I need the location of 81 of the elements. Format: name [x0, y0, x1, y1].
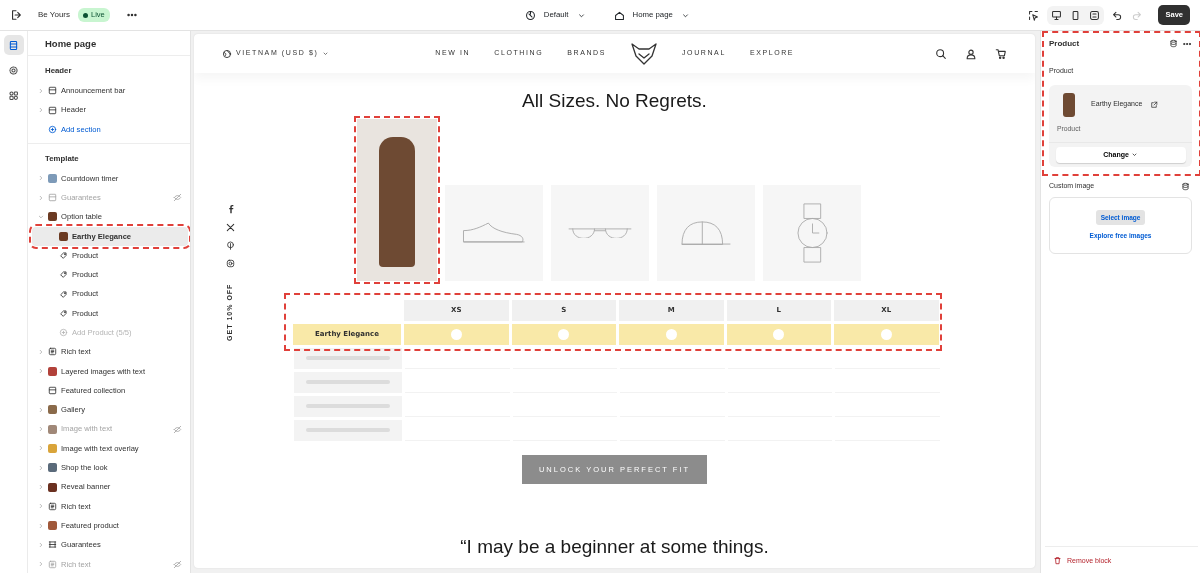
- chevron-icon[interactable]: [38, 561, 44, 568]
- chevron-icon[interactable]: [38, 522, 44, 529]
- chevron-icon[interactable]: [38, 426, 44, 433]
- fullscreen-icon[interactable]: [1089, 9, 1101, 21]
- eye-off-icon[interactable]: [173, 424, 182, 434]
- x-icon[interactable]: [226, 223, 236, 232]
- text-block-icon: [48, 501, 57, 511]
- radio-dot: [880, 328, 892, 340]
- store-name: Be Yours: [38, 9, 71, 21]
- add-icon: [48, 124, 57, 134]
- inspector-icon[interactable]: [1028, 9, 1040, 21]
- chevron-icon[interactable]: [38, 484, 44, 491]
- text-block-icon: [48, 347, 57, 357]
- option-cell[interactable]: [511, 323, 616, 345]
- instagram-icon[interactable]: [226, 259, 236, 268]
- device-toggle[interactable]: [1047, 5, 1105, 25]
- radio-dot: [558, 328, 570, 340]
- tag-icon: [59, 308, 68, 318]
- fox-logo-icon[interactable]: [630, 41, 658, 66]
- text-block-icon: [48, 559, 57, 569]
- chevron-icon[interactable]: [38, 213, 44, 220]
- sidebar-title: Home page: [28, 31, 190, 57]
- settings-icon: [8, 64, 19, 76]
- radio-dot: [665, 328, 677, 340]
- caret-icon: [322, 50, 330, 57]
- chevron-icon[interactable]: [38, 445, 44, 452]
- undo-icon[interactable]: [1112, 9, 1124, 21]
- option-cell[interactable]: [619, 323, 724, 345]
- tag-icon: [59, 270, 68, 280]
- quote-text: “I may be a beginner at some things.: [459, 535, 770, 559]
- external-link-icon[interactable]: [1150, 100, 1159, 109]
- chevron-icon[interactable]: [38, 107, 44, 113]
- desktop-icon[interactable]: [1051, 9, 1063, 21]
- pinterest-icon[interactable]: [226, 241, 236, 250]
- globe-icon: [222, 48, 232, 59]
- apps-icon: [8, 89, 19, 101]
- radio-dot: [773, 328, 785, 340]
- section-icon: [48, 105, 57, 115]
- chevron-icon[interactable]: [38, 194, 44, 201]
- caret-icon: [1130, 151, 1138, 159]
- trash-icon: [1053, 556, 1062, 566]
- chevron-icon[interactable]: [38, 175, 44, 182]
- shoe-drawing: [462, 221, 526, 244]
- list-icon: [48, 540, 57, 550]
- database-icon[interactable]: [1181, 181, 1190, 191]
- chevron-icon[interactable]: [38, 464, 44, 471]
- home-icon: [613, 9, 625, 21]
- tag-icon: [59, 289, 68, 299]
- sections-icon: [8, 39, 19, 51]
- panel-title: Product: [1049, 38, 1080, 50]
- account-icon[interactable]: [965, 47, 977, 60]
- section-icon: [48, 386, 57, 396]
- watch-drawing: [796, 202, 828, 263]
- mobile-icon[interactable]: [1070, 9, 1082, 21]
- section-icon: [48, 193, 57, 203]
- chevron-icon[interactable]: [38, 406, 44, 413]
- product-thumbnail: [1063, 92, 1075, 117]
- section-heading: All Sizes. No Regrets.: [521, 89, 708, 113]
- chevron-icon[interactable]: [38, 348, 44, 355]
- add-icon: [59, 328, 68, 338]
- tag-icon: [59, 251, 68, 260]
- eye-off-icon[interactable]: [173, 193, 182, 203]
- chevron-icon[interactable]: [38, 368, 44, 375]
- product-photo-placeholder[interactable]: [357, 118, 437, 281]
- chevron-icon[interactable]: [38, 87, 44, 94]
- cap-drawing: [681, 220, 731, 245]
- section-icon: [48, 86, 57, 96]
- glasses-drawing: [568, 227, 632, 238]
- eye-off-icon[interactable]: [173, 559, 182, 569]
- database-icon[interactable]: [1169, 39, 1178, 48]
- option-cell[interactable]: [726, 323, 831, 345]
- redo-icon[interactable]: [1131, 9, 1143, 21]
- option-cell[interactable]: [404, 323, 509, 345]
- sections-tab[interactable]: [3, 35, 24, 55]
- option-cell[interactable]: [834, 323, 939, 345]
- exit-icon[interactable]: [10, 9, 22, 21]
- cart-icon[interactable]: [995, 47, 1007, 60]
- chevron-icon[interactable]: [38, 541, 44, 548]
- search-icon[interactable]: [935, 47, 947, 60]
- radio-dot: [450, 328, 462, 340]
- chevron-icon[interactable]: [38, 503, 44, 510]
